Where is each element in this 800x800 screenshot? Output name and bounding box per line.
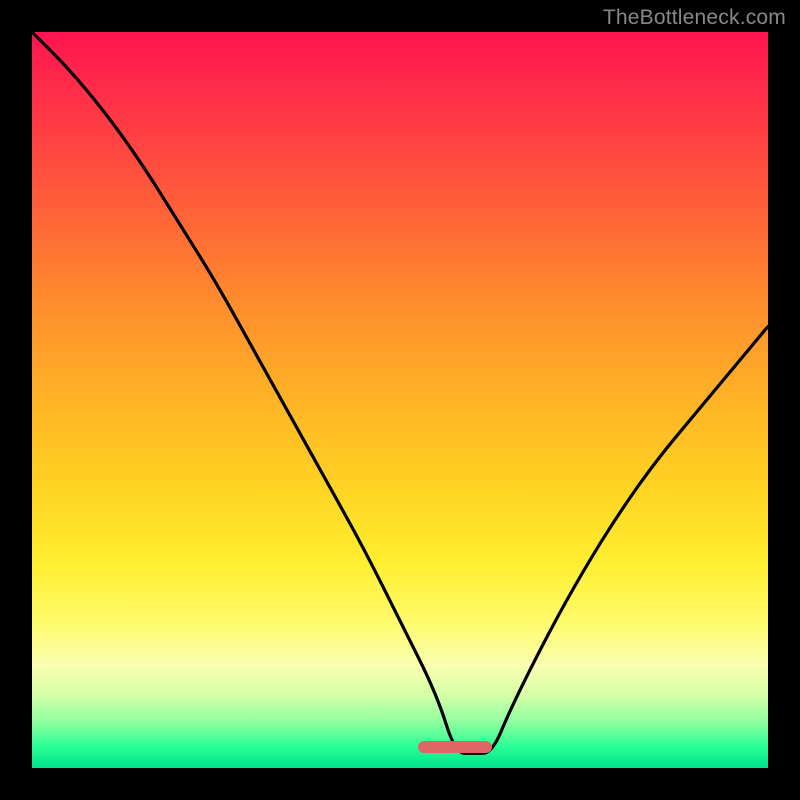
- bottleneck-curve: [32, 32, 768, 768]
- chart-frame: TheBottleneck.com: [0, 0, 800, 800]
- watermark-text: TheBottleneck.com: [603, 6, 786, 30]
- minimum-marker: [418, 741, 492, 753]
- plot-area: [32, 32, 768, 768]
